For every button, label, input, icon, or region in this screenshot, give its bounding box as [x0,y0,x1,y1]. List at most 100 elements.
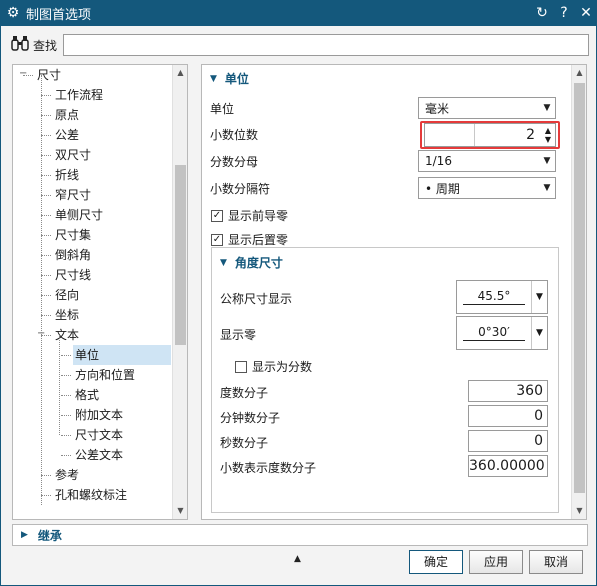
minute-numerator-label: 分钟数分子 [220,411,281,425]
zero-value: 0°30′ [463,325,525,341]
tree-item[interactable]: 工作流程 [53,85,103,105]
zero-display-select[interactable]: 0°30′ ▼ [456,316,548,350]
second-numerator-label: 秒数分子 [220,436,269,450]
decimals-stepper[interactable]: 2 ▲ ▼ [424,123,556,147]
cancel-button[interactable]: 取消 [529,550,583,574]
as-fraction-label: 显示为分数 [252,360,313,374]
tree-item[interactable]: 附加文本 [73,405,123,425]
inherit-title: 继承 [37,528,62,543]
tree-item[interactable]: 格式 [73,385,99,405]
tree-item[interactable]: 尺寸线 [53,265,91,285]
tree-item[interactable]: 尺寸集 [53,225,91,245]
scroll-thumb[interactable] [175,165,186,345]
angle-section-header[interactable]: ▼ 角度尺寸 [220,254,283,271]
unit-label: 单位 [210,102,235,116]
collapse-icon: ▼ [210,73,217,84]
stepper-down-icon[interactable]: ▼ [541,135,555,144]
apply-button[interactable]: 应用 [469,550,523,574]
ok-button[interactable]: 确定 [409,550,463,574]
fraction-label: 分数分母 [210,155,259,169]
units-section-header[interactable]: ▼ 单位 [210,70,249,87]
gear-icon: ⚙ [6,5,20,21]
zero-label: 显示零 [220,328,257,342]
nominal-label: 公称尺寸显示 [220,292,293,306]
angle-section-title: 角度尺寸 [234,256,283,270]
trailing-zeros-checkbox[interactable]: ✓ 显示后置零 [211,231,288,248]
binoculars-icon [11,35,33,55]
tree-item[interactable]: 折线 [53,165,79,185]
chevron-down-icon: ▼ [543,156,551,166]
tree-item[interactable]: 原点 [53,105,79,125]
scroll-down-icon[interactable]: ▼ [572,503,586,519]
expand-icon: ▶ [21,530,28,540]
tree-item[interactable]: 单侧尺寸 [53,205,103,225]
chevron-down-icon: ▼ [531,281,547,313]
tree-item[interactable]: 倒斜角 [53,245,91,265]
checkbox-unchecked-icon [235,360,247,373]
as-fraction-checkbox[interactable]: 显示为分数 [235,358,312,375]
tree-item[interactable]: 径向 [53,285,79,305]
tree-item[interactable]: 方向和位置 [73,365,135,385]
unit-value: 毫米 [425,101,450,116]
checkbox-checked-icon: ✓ [211,233,223,246]
tree-item[interactable]: 单位 [73,345,171,365]
inherit-section-header[interactable]: ▶ 继承 [12,524,588,546]
scroll-down-icon[interactable]: ▼ [173,503,187,519]
units-section-title: 单位 [224,72,249,86]
separator-value: • 周期 [425,181,460,196]
tree-item[interactable]: 尺寸文本 [73,425,123,445]
search-row: 查找 [11,33,589,57]
chevron-down-icon: ▼ [531,317,547,349]
chevron-down-icon: ▼ [543,103,551,113]
tree-item[interactable]: 窄尺寸 [53,185,91,205]
leading-zeros-label: 显示前导零 [228,209,289,223]
degree-numerator-field[interactable]: 360 [468,380,548,402]
search-label: 查找 [33,38,58,53]
tree-item[interactable]: 公差文本 [73,445,123,465]
close-icon[interactable]: ✕ [575,5,597,21]
nominal-value: 45.5° [463,289,525,305]
panel-scrollbar[interactable]: ▲ ▼ [571,65,586,519]
tree-item[interactable]: 公差 [53,125,79,145]
decimal-numerator-field[interactable]: 360.00000 [468,455,548,477]
collapse-panel-icon[interactable]: ▲ [294,554,301,564]
angle-dimension-group: ▼ 角度尺寸 公称尺寸显示 45.5° ▼ 显示零 0°30′ ▼ 显示为分数 … [211,247,559,513]
chevron-down-icon: ▼ [543,183,551,193]
degree-numerator-label: 度数分子 [220,386,269,400]
stepper-up-icon[interactable]: ▲ [541,126,555,135]
fraction-value: 1/16 [425,154,452,168]
scroll-thumb[interactable] [574,83,585,493]
tree-item[interactable]: 参考 [53,465,79,485]
reset-icon[interactable]: ↻ [531,5,553,21]
scroll-up-icon[interactable]: ▲ [572,65,586,81]
category-tree[interactable]: ▲ ▼ 尺寸 − 工作流程 原点 公差 双尺寸 折线 窄尺寸 单侧尺寸 尺寸集 倒斜角 尺寸线 径向 坐标… [12,64,188,520]
separator-select[interactable]: • 周期 ▼ [418,177,556,199]
fraction-select[interactable]: 1/16 ▼ [418,150,556,172]
minute-numerator-field[interactable]: 0 [468,405,548,427]
dialog-body: 查找 ▲ ▼ 尺寸 − 工作流程 原点 公差 双尺寸 折线 窄尺寸 单侧尺寸 尺寸集 倒斜角 尺寸线径… [0,26,597,586]
unit-select[interactable]: 毫米 ▼ [418,97,556,119]
options-panel: ▲ ▼ ▼ 单位 单位 毫米 ▼ 小数位数 2 ▲ ▼ 分数分母 1/16 ▼ [201,64,587,520]
tree-collapse-icon[interactable]: − [19,68,27,79]
tree-item[interactable]: 坐标 [53,305,79,325]
decimals-label: 小数位数 [210,128,259,142]
tree-item[interactable]: 双尺寸 [53,145,91,165]
nominal-display-select[interactable]: 45.5° ▼ [456,280,548,314]
tree-item[interactable]: 尺寸 [35,65,61,85]
collapse-icon: ▼ [220,257,227,268]
search-input[interactable] [63,34,589,56]
second-numerator-field[interactable]: 0 [468,430,548,452]
separator-label: 小数分隔符 [210,182,271,196]
leading-zeros-checkbox[interactable]: ✓ 显示前导零 [211,207,288,224]
trailing-zeros-label: 显示后置零 [228,233,289,247]
window-title: 制图首选项 [26,7,92,23]
tree-scrollbar[interactable]: ▲ ▼ [172,65,187,519]
tree-item[interactable]: 孔和螺纹标注 [53,485,127,505]
title-bar: ⚙ 制图首选项 ↻ ? ✕ [0,0,597,26]
decimal-numerator-label: 小数表示度数分子 [220,461,317,475]
checkbox-checked-icon: ✓ [211,209,223,222]
help-icon[interactable]: ? [553,5,575,21]
tree-item[interactable]: 文本 [53,325,79,345]
scroll-up-icon[interactable]: ▲ [173,65,187,81]
decimals-value: 2 [526,127,535,143]
